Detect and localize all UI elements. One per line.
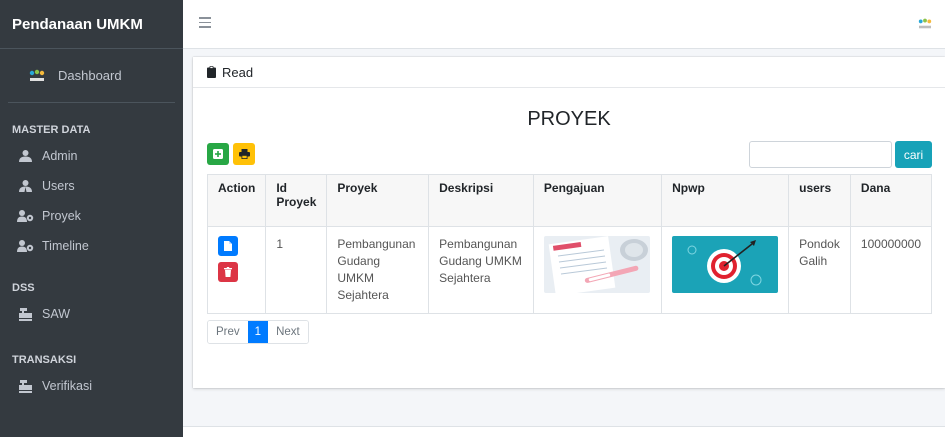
- sidebar-item-label: Admin: [42, 149, 78, 163]
- file-icon: [224, 241, 232, 251]
- table-row: 1 Pembangunan Gudang UMKM Sejahtera Pemb…: [206, 226, 933, 314]
- cell-users: Pondok Galih: [788, 226, 851, 314]
- cell-dana: 100000000: [849, 226, 933, 314]
- add-button[interactable]: [207, 143, 229, 165]
- brand-text: Pendanaan UMKM: [12, 15, 143, 33]
- cell-proyek: Pembangunan Gudang UMKM Sejahtera: [326, 226, 430, 314]
- proyek-table: Action Id Proyek Proyek Deskripsi Pengaj…: [206, 174, 933, 314]
- cell-pengajuan: [532, 226, 663, 314]
- table-header-row: Action Id Proyek Proyek Deskripsi Pengaj…: [206, 174, 933, 227]
- content-card: Read PROYEK cari Action Id Proyek Proyek…: [193, 57, 945, 388]
- col-header-proyek: Proyek: [326, 174, 430, 227]
- cell-id-proyek: 1: [265, 226, 328, 314]
- footer: [183, 427, 945, 437]
- dashboard-link: Dashboard: [58, 68, 122, 83]
- users-cog-icon: [16, 239, 34, 253]
- print-icon: [238, 149, 250, 159]
- menu-toggle-icon[interactable]: [199, 17, 211, 28]
- umkm-logo-icon: [29, 69, 45, 81]
- sidebar-item-admin[interactable]: Admin: [0, 141, 183, 171]
- users-cog-icon: [16, 209, 34, 223]
- cash-register-icon: [16, 307, 34, 321]
- cell-npwp: [661, 226, 790, 314]
- nav-header-transaksi: TRANSAKSI: [12, 354, 77, 366]
- sidebar-item-saw[interactable]: SAW: [0, 299, 183, 329]
- toolbar: [207, 143, 255, 165]
- sidebar-item-label: Verifikasi: [42, 379, 93, 393]
- cell-action: [206, 226, 267, 314]
- col-header-deskripsi: Deskripsi: [428, 174, 534, 227]
- card-header-title: Read: [222, 64, 254, 80]
- user-tie-icon: [16, 179, 34, 193]
- page-title: PROYEK: [527, 108, 611, 130]
- card-header: Read: [193, 57, 945, 88]
- user-panel[interactable]: Dashboard: [8, 49, 175, 103]
- search-button[interactable]: cari: [895, 141, 932, 168]
- trash-icon: [224, 267, 232, 277]
- sidebar-item-verifikasi[interactable]: Verifikasi: [0, 371, 183, 401]
- col-header-dana: Dana: [849, 174, 933, 227]
- col-header-users: users: [788, 174, 851, 227]
- sidebar-item-label: Proyek: [42, 209, 81, 223]
- sidebar-item-label: Timeline: [42, 239, 89, 253]
- search-input[interactable]: [749, 141, 892, 168]
- sidebar-item-label: Users: [42, 179, 75, 193]
- user-icon: [16, 149, 34, 163]
- nav-header-dss: DSS: [12, 282, 35, 294]
- brand-link[interactable]: Pendanaan UMKM: [0, 0, 183, 49]
- sidebar-item-timeline[interactable]: Timeline: [0, 231, 183, 261]
- plus-square-icon: [213, 149, 223, 159]
- sidebar-item-label: SAW: [42, 307, 71, 321]
- col-header-id-proyek: Id Proyek: [265, 174, 328, 227]
- pagination: Prev 1 Next: [207, 320, 309, 344]
- sidebar-item-proyek[interactable]: Proyek: [0, 201, 183, 231]
- umkm-logo-icon[interactable]: [917, 18, 933, 30]
- sidebar-item-users[interactable]: Users: [0, 171, 183, 201]
- pagination-next[interactable]: Next: [268, 321, 308, 343]
- pengajuan-document-image[interactable]: [543, 236, 650, 296]
- pagination-page-1[interactable]: 1: [247, 321, 269, 343]
- top-navbar: [183, 0, 945, 49]
- col-header-pengajuan: Pengajuan: [532, 174, 663, 227]
- nav-header-master-data: MASTER DATA: [12, 124, 91, 136]
- cash-register-icon: [16, 379, 34, 393]
- cell-deskripsi: Pembangunan Gudang UMKM Sejahtera: [428, 226, 534, 314]
- clipboard-icon: [207, 66, 216, 78]
- npwp-target-image[interactable]: [672, 236, 779, 293]
- pagination-prev[interactable]: Prev: [208, 321, 248, 343]
- sidebar: Pendanaan UMKM Dashboard MASTER DATA Adm…: [0, 0, 183, 437]
- view-button[interactable]: [218, 236, 238, 256]
- col-header-npwp: Npwp: [661, 174, 790, 227]
- print-button[interactable]: [233, 143, 255, 165]
- delete-button[interactable]: [218, 262, 238, 282]
- col-header-action: Action: [206, 174, 267, 227]
